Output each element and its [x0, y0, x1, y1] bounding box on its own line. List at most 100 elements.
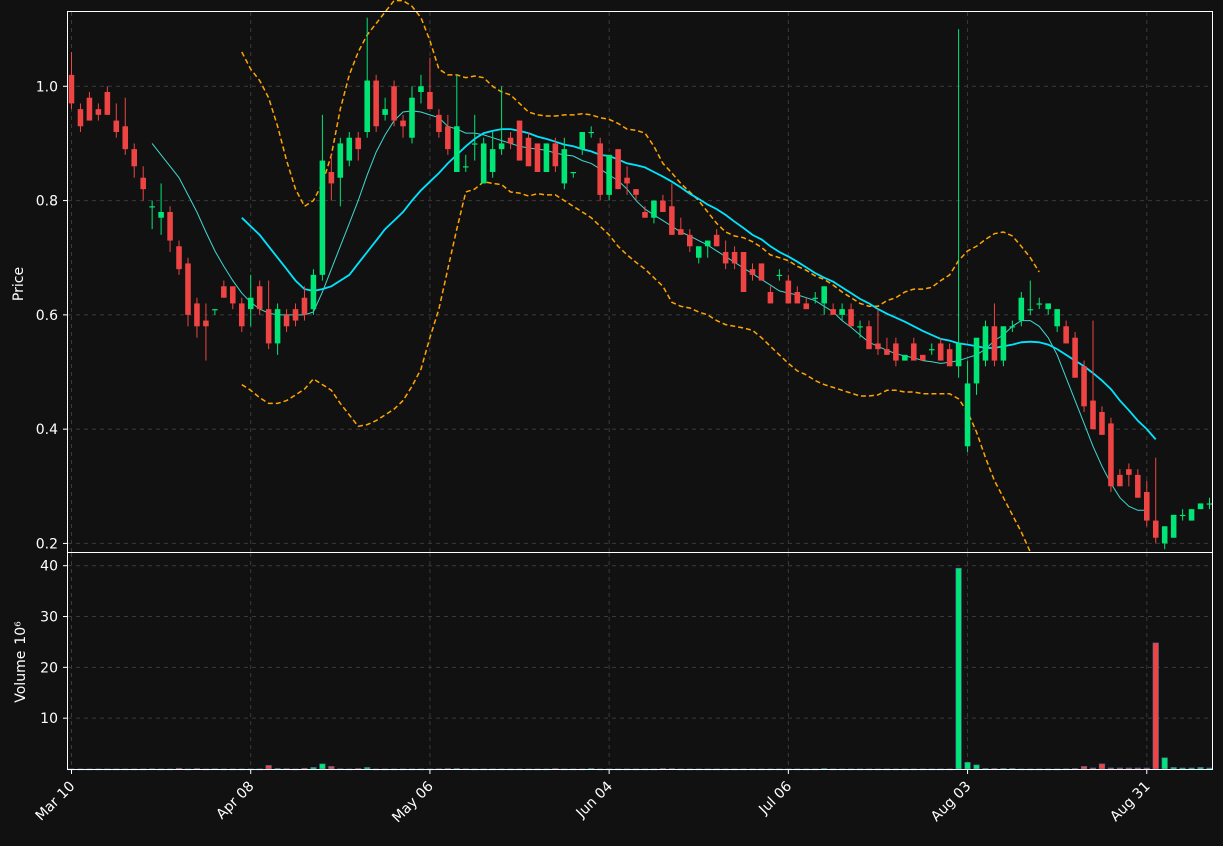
candle-body	[355, 137, 362, 150]
candle-body	[893, 343, 899, 361]
candle-body	[104, 92, 111, 115]
candle-body	[1072, 337, 1078, 378]
candle-body	[1000, 326, 1007, 361]
candle-body	[337, 143, 344, 178]
candle-body	[301, 297, 308, 315]
candle-body	[722, 252, 729, 264]
candle-body	[1170, 514, 1177, 538]
volume-bar	[1152, 642, 1159, 770]
candle-body	[1126, 469, 1132, 475]
candle-body	[964, 383, 971, 447]
volume-bar	[1161, 757, 1168, 770]
volume-bar	[1125, 767, 1132, 770]
candle-body	[167, 212, 173, 241]
candle-body	[704, 240, 711, 247]
price-tick-label: 0.4	[36, 422, 58, 438]
volume-bar	[1197, 767, 1204, 770]
candle-body	[1099, 412, 1105, 435]
candle-body	[292, 309, 299, 321]
candle-body	[740, 252, 747, 292]
candle-body	[552, 143, 559, 167]
candle-body	[812, 297, 819, 299]
candle-body	[597, 143, 603, 195]
candle-body	[507, 137, 514, 144]
candle-body	[830, 309, 836, 315]
candle-body	[1179, 514, 1186, 517]
price-tick-label: 1.0	[36, 79, 58, 95]
volume-axis-unit: 10⁶	[13, 621, 29, 645]
candle-body	[919, 354, 926, 361]
price-tick-label: 0.2	[36, 536, 58, 552]
volume-tick-label: 40	[40, 559, 58, 575]
volume-bar	[1170, 767, 1177, 770]
candle-body	[570, 172, 577, 174]
candle-body	[238, 303, 245, 327]
candle-body	[283, 314, 290, 327]
volume-tick-label: 10	[40, 711, 58, 727]
candle-body	[489, 149, 496, 172]
candle-body	[785, 280, 792, 304]
volume-tick-label: 30	[40, 610, 58, 626]
candle-body	[436, 114, 442, 132]
volume-bar	[955, 567, 962, 770]
candle-body	[418, 86, 424, 92]
candle-body	[606, 154, 612, 195]
candle-body	[140, 177, 146, 190]
candle-body	[857, 326, 863, 328]
candle-body	[427, 92, 433, 110]
candle-body	[866, 326, 872, 350]
candle-body	[230, 286, 236, 304]
volume-bar	[964, 762, 971, 770]
candle-body	[884, 349, 890, 355]
volume-bar	[310, 767, 317, 770]
price-tick-label: 0.8	[36, 194, 58, 210]
volume-axis-title: Volume	[13, 651, 29, 703]
candle-body	[534, 143, 541, 172]
candle-body	[669, 206, 675, 235]
candle-body	[122, 126, 129, 150]
candle-body	[86, 97, 93, 121]
volume-bar	[1116, 767, 1123, 770]
candle-body	[776, 274, 783, 277]
candle-body	[713, 234, 720, 247]
chart-background	[0, 0, 1223, 842]
candle-body	[265, 309, 272, 344]
candle-body	[480, 143, 487, 184]
candlestick-chart: 0.2 0.4 0.6 0.8 1.0 10 20 30 40 Mar 10 Apr 08 May…	[0, 0, 1223, 842]
candle-body	[803, 303, 810, 310]
candle-body	[1143, 492, 1150, 521]
price-tick-label: 0.6	[36, 308, 58, 324]
candle-body	[1018, 297, 1025, 321]
candle-body	[902, 354, 908, 361]
candle-body	[973, 337, 980, 384]
candle-body	[68, 74, 75, 104]
candle-body	[516, 120, 523, 161]
candle-body	[445, 126, 451, 150]
candle-body	[731, 252, 738, 264]
candle-body	[543, 143, 550, 172]
candle-body	[391, 86, 397, 121]
price-axis-label: Price	[11, 267, 27, 301]
volume-bar	[1134, 767, 1141, 770]
volume-bar	[1143, 767, 1150, 770]
candle-body	[113, 120, 120, 132]
candle-body	[651, 200, 657, 218]
candle-body	[1009, 326, 1016, 328]
candle-body	[624, 177, 630, 184]
candle-body	[158, 212, 164, 218]
candle-body	[955, 343, 962, 367]
candle-body	[615, 149, 621, 190]
candle-body	[1054, 309, 1060, 327]
candle-body	[767, 292, 774, 304]
candle-body	[203, 320, 209, 327]
volume-axis-label: Volume 10⁶	[13, 621, 29, 703]
candle-body	[946, 349, 953, 367]
candle-body	[310, 274, 317, 310]
candle-body	[1135, 474, 1141, 498]
candle-body	[1045, 303, 1051, 310]
candle-body	[176, 246, 182, 270]
candle-body	[471, 143, 478, 145]
volume-bar	[1179, 767, 1186, 770]
candle-body	[454, 126, 460, 172]
candle-body	[561, 149, 568, 184]
